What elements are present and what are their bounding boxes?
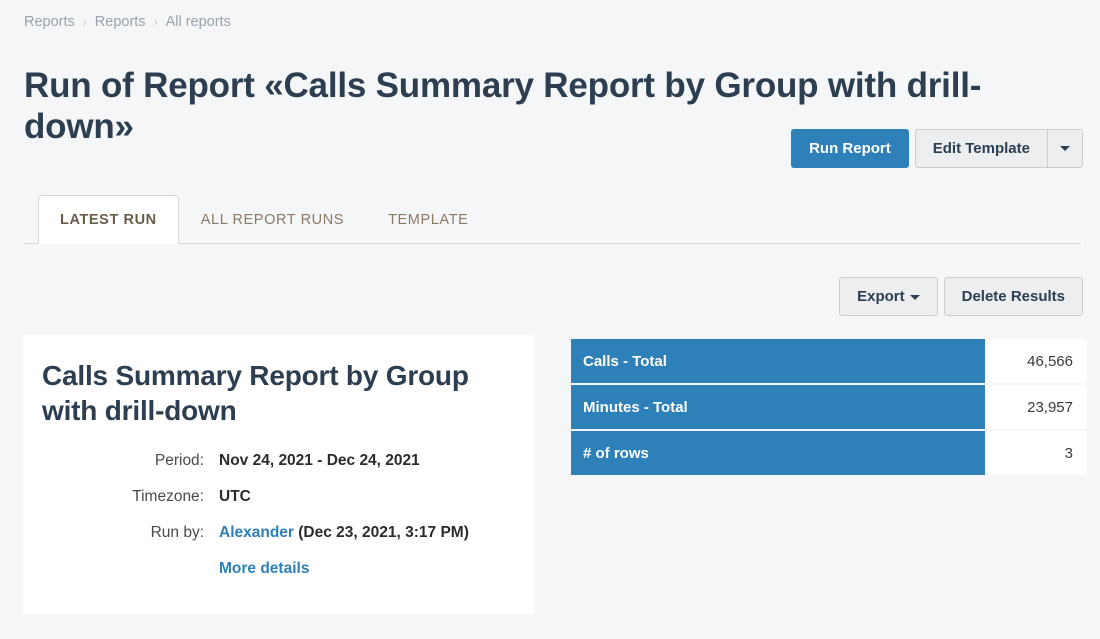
report-details-card: Calls Summary Report by Group with drill… — [23, 335, 534, 614]
run-by-value: Alexander (Dec 23, 2021, 3:17 PM) — [219, 522, 469, 544]
edit-template-button-group: Edit Template — [914, 129, 1083, 168]
run-by-timestamp: (Dec 23, 2021, 3:17 PM) — [298, 524, 469, 541]
summary-value-number-of-rows: 3 — [985, 431, 1087, 475]
summary-label-minutes-total: Minutes - Total — [571, 385, 985, 429]
top-action-bar: Run Report Edit Template — [791, 129, 1083, 168]
breadcrumb-item-2[interactable]: All reports — [166, 14, 231, 30]
edit-template-dropdown-button[interactable] — [1047, 129, 1083, 168]
tab-bar: LATEST RUN ALL REPORT RUNS TEMPLATE — [24, 194, 1081, 244]
breadcrumb-item-1[interactable]: Reports — [95, 14, 146, 30]
more-details-link[interactable]: More details — [219, 560, 309, 577]
delete-results-button[interactable]: Delete Results — [943, 277, 1083, 316]
period-value: Nov 24, 2021 - Dec 24, 2021 — [219, 452, 420, 469]
detail-row-period: Period: Nov 24, 2021 - Dec 24, 2021 — [42, 450, 506, 472]
more-details-wrapper: More details — [219, 558, 309, 580]
summary-value-calls-total: 46,566 — [985, 339, 1087, 383]
table-row: # of rows 3 — [571, 431, 1087, 475]
period-label: Period: — [154, 452, 204, 469]
breadcrumb-separator-icon: › — [153, 15, 158, 29]
summary-label-calls-total: Calls - Total — [571, 339, 985, 383]
results-action-bar: Export Delete Results — [839, 277, 1083, 316]
run-by-user-link[interactable]: Alexander — [219, 524, 294, 541]
summary-value-minutes-total: 23,957 — [985, 385, 1087, 429]
caret-down-icon — [909, 294, 920, 300]
edit-template-button[interactable]: Edit Template — [914, 129, 1047, 168]
caret-down-icon — [1060, 146, 1070, 151]
table-row: Calls - Total 46,566 — [571, 339, 1087, 383]
summary-label-number-of-rows: # of rows — [571, 431, 985, 475]
detail-row-more-details: More details — [42, 558, 506, 580]
tab-template[interactable]: TEMPLATE — [366, 195, 490, 244]
run-report-button[interactable]: Run Report — [791, 129, 909, 168]
tab-latest-run[interactable]: LATEST RUN — [38, 195, 179, 244]
export-button-label: Export — [857, 288, 905, 305]
tab-all-report-runs[interactable]: ALL REPORT RUNS — [179, 195, 366, 244]
breadcrumb: Reports › Reports › All reports — [24, 14, 231, 30]
run-by-label: Run by: — [150, 524, 204, 541]
detail-row-timezone: Timezone: UTC — [42, 486, 506, 508]
timezone-value: UTC — [219, 488, 251, 505]
more-details-spacer — [42, 558, 219, 580]
report-name: Calls Summary Report by Group with drill… — [42, 360, 469, 426]
breadcrumb-item-0[interactable]: Reports — [24, 14, 75, 30]
timezone-label: Timezone: — [132, 488, 204, 505]
breadcrumb-separator-icon: › — [82, 15, 87, 29]
export-button[interactable]: Export — [839, 277, 938, 316]
table-row: Minutes - Total 23,957 — [571, 385, 1087, 429]
summary-table: Calls - Total 46,566 Minutes - Total 23,… — [571, 337, 1087, 477]
detail-row-run-by: Run by: Alexander (Dec 23, 2021, 3:17 PM… — [42, 522, 506, 544]
